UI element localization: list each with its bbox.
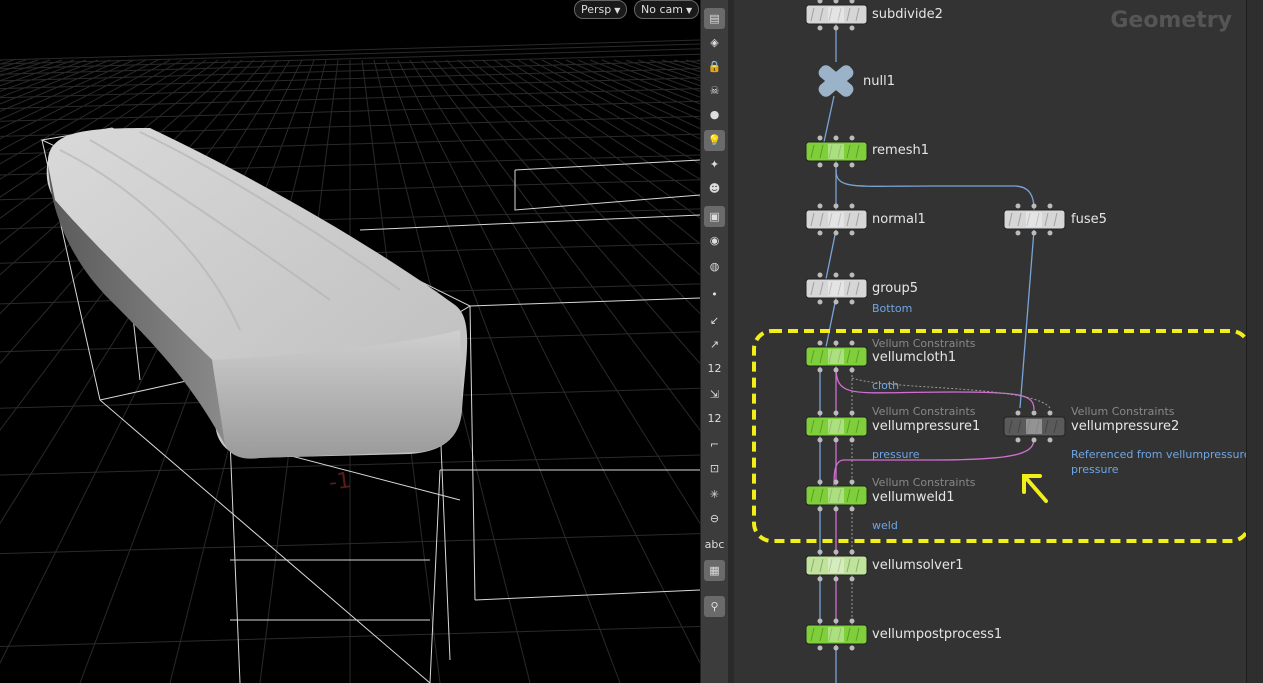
node-comment-vellumpressure1: pressure: [872, 448, 920, 461]
primitive-numbers-icon[interactable]: 12: [704, 408, 725, 429]
node-vellumpostprocess1[interactable]: [805, 618, 868, 651]
visualizer-icon[interactable]: ◈: [704, 32, 725, 53]
chevron-down-icon: ▼: [614, 6, 621, 15]
node-null1[interactable]: [816, 63, 856, 99]
node-label-vellumpostprocess1[interactable]: vellumpostprocess1: [872, 627, 1002, 642]
network-graph: [752, 0, 1246, 683]
node-comment-vellumpressure2: Referenced from vellumpressure1: [1071, 448, 1246, 461]
node-normal1[interactable]: [805, 203, 868, 236]
chevron-down-icon: ▼: [685, 6, 693, 15]
node-comment-vellumcloth1: cloth: [872, 379, 900, 392]
node-vellumcloth1[interactable]: [805, 340, 868, 373]
snapshot-icon[interactable]: ▦: [704, 560, 725, 581]
node-remesh1[interactable]: [805, 135, 868, 168]
node-vellumpressure1[interactable]: [805, 410, 868, 443]
shading-icon[interactable]: ●: [704, 104, 725, 125]
grid-axis-label: -1: [327, 468, 352, 496]
scene-viewport[interactable]: -1 Persp ▼ No cam ▼: [0, 0, 700, 683]
node-type-vellumcloth1: Vellum Constraints: [872, 337, 976, 350]
perspective-menu-button[interactable]: Persp ▼: [574, 0, 628, 19]
cushion-mesh: [46, 128, 468, 459]
skull-icon[interactable]: ☻: [704, 178, 725, 199]
annotation-arrow: [1022, 474, 1048, 503]
network-editor[interactable]: Geometry subdivide2 null1 remesh1 normal…: [734, 0, 1246, 683]
node-label-vellumpressure2[interactable]: vellumpressure2: [1071, 419, 1179, 434]
texture-icon[interactable]: ◍: [704, 256, 725, 277]
node-label-remesh1[interactable]: remesh1: [872, 143, 929, 158]
bounding-box-icon[interactable]: ⌐: [704, 434, 725, 455]
headlight-icon[interactable]: ✦: [704, 154, 725, 175]
bounds-icon[interactable]: ⊡: [704, 458, 725, 479]
node-label-vellumpressure1[interactable]: vellumpressure1: [872, 419, 980, 434]
origin-icon[interactable]: ✳: [704, 484, 725, 505]
node-comment-group5: Bottom: [872, 302, 913, 315]
ghost-icon[interactable]: ☠: [704, 80, 725, 101]
node-comment-vellumweld1: weld: [872, 519, 898, 532]
node-fuse5[interactable]: [1003, 203, 1066, 236]
node-vellumpressure2[interactable]: [1003, 410, 1066, 443]
pin-icon[interactable]: ⚲: [704, 596, 725, 617]
normals-icon[interactable]: ↙: [704, 310, 725, 331]
node-label-vellumsolver1[interactable]: vellumsolver1: [872, 558, 963, 573]
point-numbers-icon[interactable]: 12: [704, 358, 725, 379]
node-label-fuse5[interactable]: fuse5: [1071, 212, 1107, 227]
point-display-icon[interactable]: •: [704, 284, 725, 305]
primitive-normals-icon[interactable]: ⇲: [704, 384, 725, 405]
background-icon[interactable]: ▣: [704, 206, 725, 227]
node-group5[interactable]: [805, 272, 868, 305]
node-type-vellumpressure2: Vellum Constraints: [1071, 405, 1175, 418]
display-options-icon[interactable]: ▤: [704, 8, 725, 29]
node-type-vellumpressure1: Vellum Constraints: [872, 405, 976, 418]
display-toolbar: ▤ ◈ 🔒 ☠ ● 💡 ✦ ☻ ▣ ◉ ◍ • ↙ ↗ 12 ⇲ 12 ⌐ ⊡ …: [700, 0, 729, 683]
node-type-vellumweld1: Vellum Constraints: [872, 476, 976, 489]
lock-icon[interactable]: 🔒: [704, 56, 725, 77]
node-label-vellumcloth1[interactable]: vellumcloth1: [872, 350, 956, 365]
node-label-vellumweld1[interactable]: vellumweld1: [872, 490, 955, 505]
node-label-null1[interactable]: null1: [863, 74, 895, 89]
eye-icon[interactable]: ◉: [704, 230, 725, 251]
light-bulb-icon[interactable]: 💡: [704, 130, 725, 151]
label-text-icon[interactable]: abc: [704, 534, 725, 555]
node-subdivide2[interactable]: [805, 0, 868, 31]
parameter-pane-edge[interactable]: [1246, 0, 1263, 683]
node-comment2-vellumpressure2: pressure: [1071, 463, 1119, 476]
node-label-subdivide2[interactable]: subdivide2: [872, 7, 943, 22]
camera-menu-button[interactable]: No cam ▼: [634, 0, 700, 19]
hide-icon[interactable]: ⊖: [704, 508, 725, 529]
node-vellumweld1[interactable]: [805, 479, 868, 512]
node-vellumsolver1[interactable]: [805, 549, 868, 582]
node-label-normal1[interactable]: normal1: [872, 212, 926, 227]
node-label-group5[interactable]: group5: [872, 281, 918, 296]
vertex-normals-icon[interactable]: ↗: [704, 334, 725, 355]
viewport-scene: -1: [0, 39, 700, 683]
